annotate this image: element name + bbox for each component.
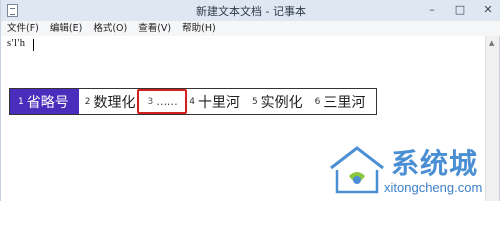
menu-format[interactable]: 格式(O) [87,21,132,36]
candidate-text: 实例化 [260,94,303,111]
maximize-button[interactable]: □ [453,3,467,17]
candidate-text: 数理化 [93,94,136,111]
menu-edit[interactable]: 编辑(E) [44,21,87,36]
highlight-annotation-box [137,89,188,114]
text-caret [33,39,34,51]
ime-candidate-5[interactable]: 5 实例化 [246,89,309,114]
menu-file[interactable]: 文件(F) [1,21,44,36]
watermark-url: xitongcheng.com [384,180,483,195]
candidate-text: 三里河 [323,94,366,111]
ime-composition-text: s'l'h [7,38,26,49]
menu-bar: 文件(F) 编辑(E) 格式(O) 查看(V) 帮助(H) [1,21,500,36]
menu-help[interactable]: 帮助(H) [176,21,221,36]
ime-candidate-2[interactable]: 2 数理化 [79,89,142,114]
candidate-number: 1 [18,96,24,107]
watermark-brand: 系统城 [391,147,479,180]
ime-candidate-1[interactable]: 1 省略号 [10,89,79,114]
menu-view[interactable]: 查看(V) [132,21,176,36]
window-controls: – □ ✕ [425,3,495,17]
candidate-number: 5 [251,96,258,107]
ime-candidate-bar: 1 省略号 2 数理化 3 …… 4 十里河 5 实例化 6 三里河 [9,88,377,115]
house-logo-icon [330,146,384,194]
scroll-up-icon[interactable]: ▲ [489,39,494,47]
notepad-window: 新建文本文档 - 记事本 – □ ✕ 文件(F) 编辑(E) 格式(O) 查看(… [0,0,500,201]
candidate-number: 6 [314,96,321,107]
candidate-number: 2 [84,96,91,107]
title-bar[interactable]: 新建文本文档 - 记事本 – □ ✕ [1,0,500,21]
candidate-text: 十里河 [197,94,240,111]
candidate-text: 省略号 [26,94,69,111]
watermark-logo: 系统城 xitongcheng.com [327,140,499,201]
candidate-number: 4 [189,96,195,107]
ime-candidate-6[interactable]: 6 三里河 [309,89,372,114]
close-button[interactable]: ✕ [481,3,495,17]
ime-candidate-3[interactable]: 3 …… [137,89,188,114]
ime-candidate-4[interactable]: 4 十里河 [183,89,246,114]
minimize-button[interactable]: – [425,3,439,17]
